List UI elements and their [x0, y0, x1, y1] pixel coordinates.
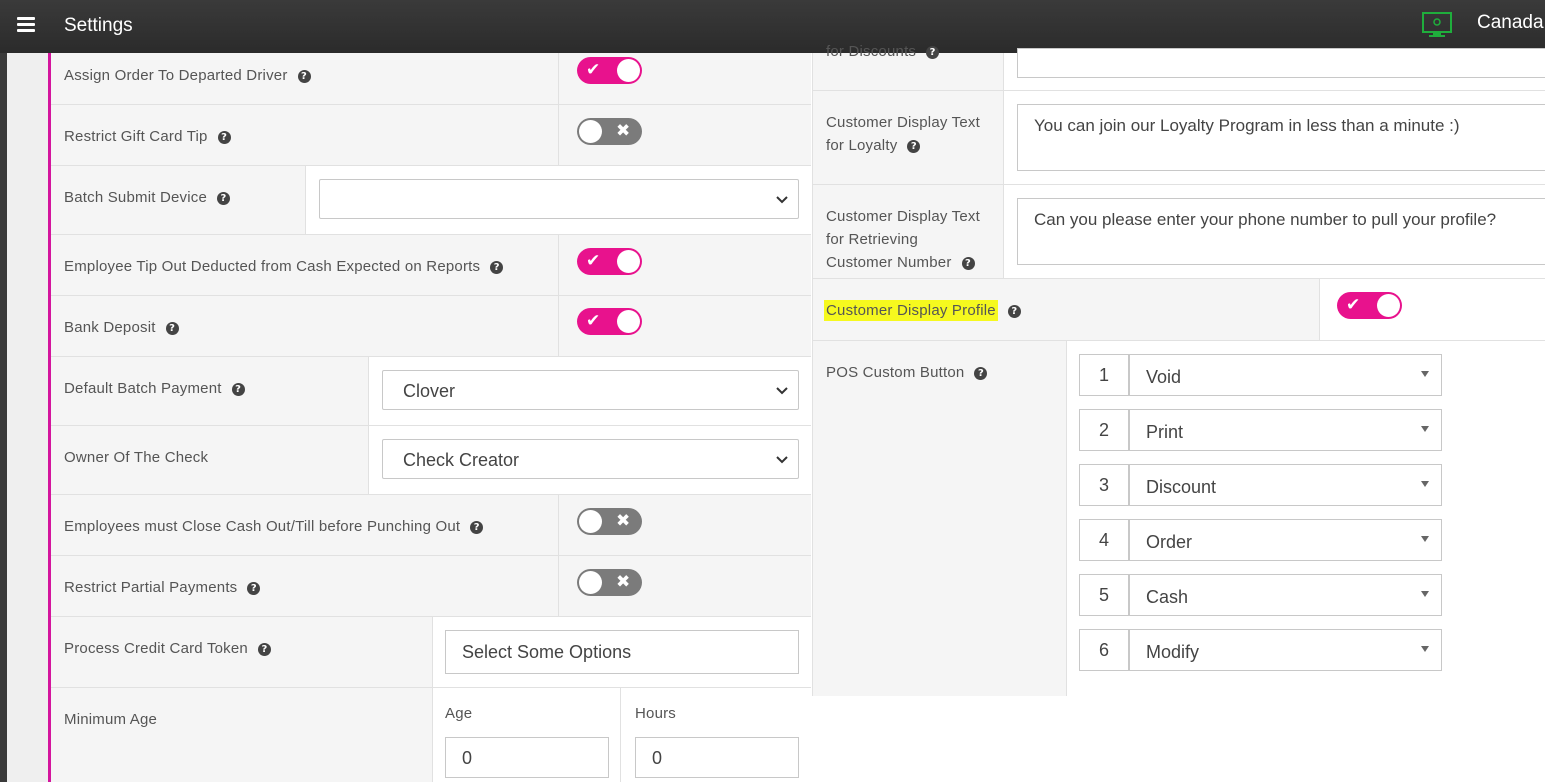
- setting-label: Employee Tip Out Deducted from Cash Expe…: [64, 258, 481, 275]
- setting-row-batch-submit-device: Batch Submit Device?: [51, 166, 811, 235]
- retrieving-text-field[interactable]: Can you please enter your phone number t…: [1017, 198, 1545, 265]
- employee-tip-out-toggle[interactable]: ✔: [577, 248, 642, 275]
- setting-label: Process Credit Card Token: [64, 640, 248, 657]
- custom-button-number: 1: [1079, 354, 1129, 396]
- setting-label: Assign Order To Departed Driver: [64, 67, 288, 84]
- custom-button-select[interactable]: Print: [1129, 409, 1442, 451]
- setting-row-display-text-retrieving: Customer Display Text for Retrieving Cus…: [813, 185, 1545, 279]
- setting-label: Bank Deposit: [64, 319, 156, 336]
- restrict-partial-payments-toggle[interactable]: ✖: [577, 569, 642, 596]
- custom-button-select[interactable]: Discount: [1129, 464, 1442, 506]
- owner-of-check-select[interactable]: Check Creator: [382, 439, 799, 479]
- help-icon[interactable]: ?: [217, 131, 231, 144]
- setting-label: POS Custom Button: [826, 364, 965, 381]
- chevron-down-icon: [776, 456, 788, 464]
- help-icon[interactable]: ?: [470, 521, 484, 534]
- region-label[interactable]: Canada: [1477, 12, 1544, 34]
- customer-display-profile-toggle[interactable]: ✔: [1337, 292, 1402, 319]
- setting-label-line2: for Loyalty: [826, 137, 898, 154]
- setting-label-line2: for Retrieving: [826, 231, 919, 248]
- page-title: Settings: [64, 15, 133, 36]
- setting-row-default-batch-payment: Default Batch Payment? Clover: [51, 357, 811, 426]
- setting-label: Employees must Close Cash Out/Till befor…: [64, 518, 461, 535]
- setting-label: Restrict Partial Payments: [64, 579, 238, 596]
- setting-label: Default Batch Payment: [64, 380, 222, 397]
- help-icon[interactable]: ?: [297, 70, 311, 83]
- help-icon[interactable]: ?: [490, 261, 504, 274]
- help-icon[interactable]: ?: [257, 643, 271, 656]
- help-icon[interactable]: ?: [247, 582, 261, 595]
- custom-button-select[interactable]: Modify: [1129, 629, 1442, 671]
- setting-row-process-credit-card-token: Process Credit Card Token? Select Some O…: [51, 617, 811, 688]
- help-icon[interactable]: ?: [974, 367, 988, 380]
- help-icon[interactable]: ?: [961, 257, 975, 270]
- assign-order-toggle[interactable]: ✔: [577, 57, 642, 84]
- custom-button-number: 2: [1079, 409, 1129, 451]
- help-icon[interactable]: ?: [907, 140, 921, 153]
- credit-card-token-multiselect[interactable]: Select Some Options: [445, 630, 799, 674]
- sidebar-edge: [0, 53, 7, 782]
- batch-submit-device-select[interactable]: [319, 179, 799, 219]
- restrict-gift-card-tip-toggle[interactable]: ✖: [577, 118, 642, 145]
- left-settings-panel: Assign Order To Departed Driver? ✔ Restr…: [51, 53, 811, 782]
- setting-row-minimum-age: Minimum Age Age 0 Hours 0: [51, 688, 811, 782]
- setting-row-close-cash-out: Employees must Close Cash Out/Till befor…: [51, 495, 811, 556]
- caret-down-icon: [1421, 591, 1429, 597]
- caret-down-icon: [1421, 536, 1429, 542]
- help-icon[interactable]: ?: [217, 192, 231, 205]
- setting-label: for Discounts: [826, 43, 917, 60]
- setting-label: Owner Of The Check: [64, 449, 209, 466]
- setting-row-display-text-discounts: for Discounts?: [813, 43, 1545, 91]
- hours-input[interactable]: 0: [635, 737, 799, 778]
- custom-button-select[interactable]: Void: [1129, 354, 1442, 396]
- help-icon[interactable]: ?: [926, 46, 940, 59]
- bank-deposit-toggle[interactable]: ✔: [577, 308, 642, 335]
- close-cash-out-toggle[interactable]: ✖: [577, 508, 642, 535]
- custom-button-number: 4: [1079, 519, 1129, 561]
- setting-label-highlighted: Customer Display Profile: [824, 300, 998, 321]
- monitor-icon[interactable]: [1422, 12, 1452, 38]
- chevron-down-icon: [776, 387, 788, 395]
- setting-row-assign-order: Assign Order To Departed Driver? ✔: [51, 53, 811, 105]
- default-batch-payment-select[interactable]: Clover: [382, 370, 799, 410]
- caret-down-icon: [1421, 646, 1429, 652]
- caret-down-icon: [1421, 481, 1429, 487]
- caret-down-icon: [1421, 426, 1429, 432]
- help-icon[interactable]: ?: [1007, 305, 1021, 318]
- setting-label-line3: Customer Number: [826, 254, 952, 271]
- setting-label-line1: Customer Display Text: [826, 208, 980, 225]
- right-settings-panel: for Discounts? Customer Display Text for…: [812, 43, 1545, 696]
- top-bar: Settings Canada: [0, 0, 1545, 53]
- custom-button-number: 3: [1079, 464, 1129, 506]
- setting-row-employee-tip-out: Employee Tip Out Deducted from Cash Expe…: [51, 235, 811, 296]
- age-input[interactable]: 0: [445, 737, 609, 778]
- help-icon[interactable]: ?: [165, 322, 179, 335]
- setting-row-restrict-partial-payments: Restrict Partial Payments? ✖: [51, 556, 811, 617]
- setting-row-display-text-loyalty: Customer Display Text for Loyalty? You c…: [813, 91, 1545, 185]
- custom-button-select[interactable]: Cash: [1129, 574, 1442, 616]
- setting-row-pos-custom-button: POS Custom Button? 1 Void 2 Print 3 Disc…: [813, 341, 1545, 696]
- setting-label-line1: Customer Display Text: [826, 114, 980, 131]
- hours-label: Hours: [635, 705, 677, 722]
- age-label: Age: [445, 705, 473, 722]
- chevron-down-icon: [776, 196, 788, 204]
- setting-label: Minimum Age: [64, 711, 158, 728]
- hamburger-menu-icon[interactable]: [17, 17, 35, 33]
- setting-row-customer-display-profile: Customer Display Profile? ✔: [813, 279, 1545, 341]
- setting-label: Restrict Gift Card Tip: [64, 128, 208, 145]
- setting-row-bank-deposit: Bank Deposit? ✔: [51, 296, 811, 357]
- setting-label: Batch Submit Device: [64, 189, 208, 206]
- help-icon[interactable]: ?: [231, 383, 245, 396]
- discounts-text-field[interactable]: [1017, 48, 1545, 78]
- setting-row-owner-of-check: Owner Of The Check Check Creator: [51, 426, 811, 495]
- loyalty-text-field[interactable]: You can join our Loyalty Program in less…: [1017, 104, 1545, 171]
- custom-button-select[interactable]: Order: [1129, 519, 1442, 561]
- custom-button-number: 6: [1079, 629, 1129, 671]
- custom-button-number: 5: [1079, 574, 1129, 616]
- sidebar-gutter: [7, 53, 49, 782]
- caret-down-icon: [1421, 371, 1429, 377]
- setting-row-restrict-gift-card-tip: Restrict Gift Card Tip? ✖: [51, 105, 811, 166]
